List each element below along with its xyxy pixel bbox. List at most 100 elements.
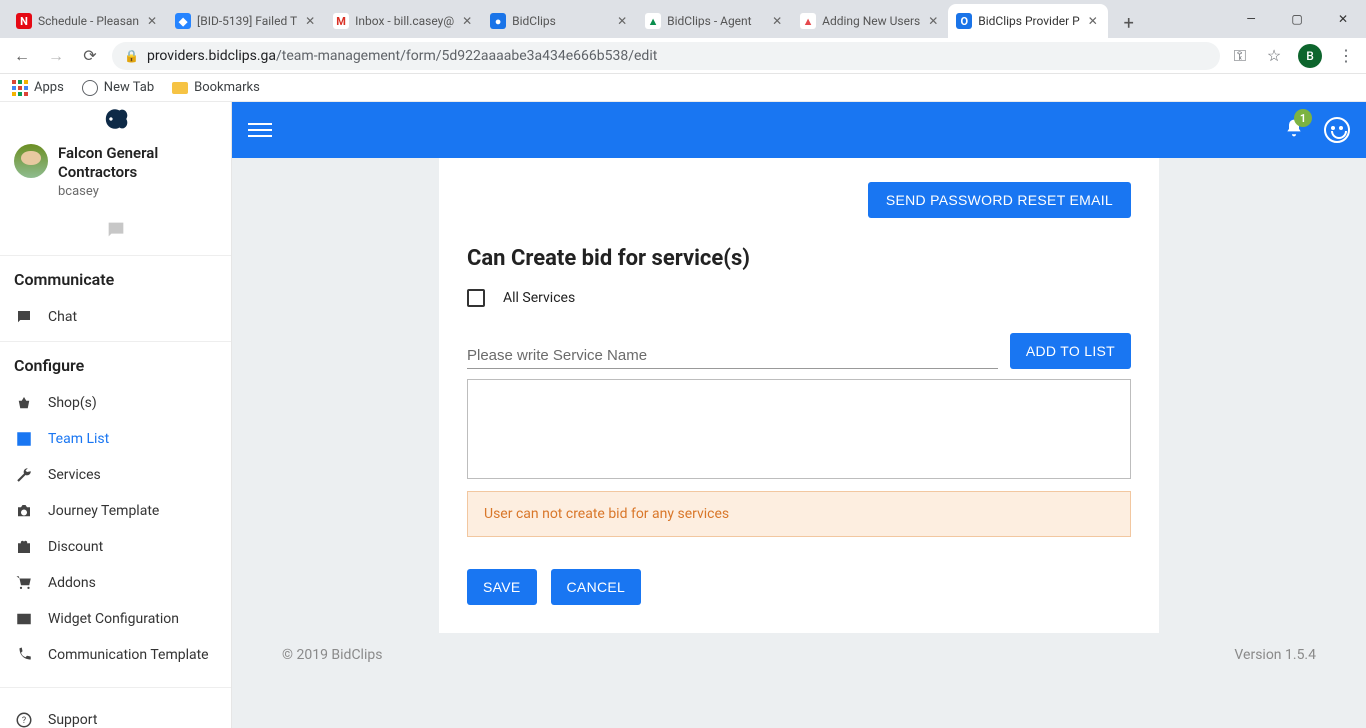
section-title-configure: Configure <box>0 356 231 385</box>
username: bcasey <box>58 184 217 199</box>
kebab-menu-icon[interactable]: ⋮ <box>1336 46 1356 66</box>
all-services-row[interactable]: All Services <box>467 289 1131 307</box>
copyright: © 2019 BidClips <box>282 647 382 663</box>
url-domain: providers.bidclips.ga <box>147 48 276 64</box>
bookmarks-folder-label: Bookmarks <box>194 80 260 95</box>
chat-bubble-icon[interactable] <box>0 213 231 255</box>
hamburger-menu[interactable] <box>248 118 272 142</box>
sidebar-item-label: Communication Template <box>48 647 209 663</box>
sidebar-item-label: Addons <box>48 575 96 591</box>
tab-title: Schedule - Pleasan <box>38 14 139 28</box>
newtab-label: New Tab <box>104 80 154 95</box>
tab-title: BidClips <box>512 14 609 28</box>
cart-icon <box>14 573 34 593</box>
sidebar-item-label: Discount <box>48 539 103 555</box>
version-label: Version 1.5.4 <box>1234 647 1316 663</box>
tab-close-icon[interactable]: ✕ <box>1086 14 1100 28</box>
tab-favicon: ▲ <box>645 13 661 29</box>
browser-tab[interactable]: ◆[BID-5139] Failed T✕ <box>167 4 325 38</box>
content-scroll[interactable]: SEND PASSWORD RESET EMAIL Can Create bid… <box>232 158 1366 728</box>
sidebar-section-communicate: Communicate Chat <box>0 255 231 341</box>
window-maximize[interactable]: ▢ <box>1274 4 1320 34</box>
app-logo[interactable] <box>0 102 231 136</box>
sidebar-item-team-list[interactable]: Team List <box>0 421 231 457</box>
sidebar-item-addons[interactable]: Addons <box>0 565 231 601</box>
browser-tab[interactable]: M Inbox - bill.casey@ ✕ <box>325 4 482 38</box>
tab-favicon: ▲ <box>800 13 816 29</box>
browser-tab[interactable]: ●BidClips✕ <box>482 4 637 38</box>
lock-icon: 🔒 <box>124 49 139 63</box>
send-reset-email-button[interactable]: SEND PASSWORD RESET EMAIL <box>868 182 1131 218</box>
app-header: 1 <box>232 102 1366 158</box>
save-button[interactable]: SAVE <box>467 569 537 605</box>
basket-icon <box>14 393 34 413</box>
new-tab-button[interactable]: + <box>1114 8 1144 38</box>
browser-tab[interactable]: NSchedule - Pleasan✕ <box>8 4 167 38</box>
app-footer: © 2019 BidClips Version 1.5.4 <box>256 633 1342 673</box>
sidebar-item-label: Shop(s) <box>48 395 97 411</box>
forward-button[interactable]: → <box>44 44 68 68</box>
browser-tab[interactable]: ▲ Adding New Users ✕ <box>792 4 948 38</box>
tab-title: [BID-5139] Failed T <box>197 14 297 28</box>
sidebar-item-label: Chat <box>48 309 77 325</box>
sidebar-section-configure: Configure Shop(s) Team List Services Jou… <box>0 341 231 679</box>
window-minimize[interactable]: — <box>1228 4 1274 34</box>
user-avatar <box>14 144 48 178</box>
sidebar-item-support[interactable]: ? Support <box>0 702 231 728</box>
tab-favicon: M <box>333 13 349 29</box>
service-name-input[interactable] <box>467 343 998 369</box>
app-sidebar: Falcon General Contractors bcasey Commun… <box>0 102 232 728</box>
chat-icon <box>14 307 34 327</box>
apps-shortcut[interactable]: Apps <box>12 80 64 96</box>
newtab-bookmark[interactable]: New Tab <box>82 80 154 96</box>
browser-tab[interactable]: ▲BidClips - Agent✕ <box>637 4 792 38</box>
sidebar-item-label: Services <box>48 467 101 483</box>
tab-close-icon[interactable]: ✕ <box>770 14 784 28</box>
sidebar-item-journey[interactable]: Journey Template <box>0 493 231 529</box>
app-main: 1 SEND PASSWORD RESET EMAIL Can Create b… <box>232 102 1366 728</box>
tab-close-icon[interactable]: ✕ <box>460 14 474 28</box>
service-list-box[interactable] <box>467 379 1131 479</box>
notif-badge: 1 <box>1294 109 1312 127</box>
window-close[interactable]: ✕ <box>1320 4 1366 34</box>
key-icon[interactable]: ⚿ <box>1230 46 1250 66</box>
form-card: SEND PASSWORD RESET EMAIL Can Create bid… <box>439 158 1159 633</box>
tab-close-icon[interactable]: ✕ <box>303 14 317 28</box>
cancel-button[interactable]: CANCEL <box>551 569 642 605</box>
all-services-checkbox[interactable] <box>467 289 485 307</box>
tab-close-icon[interactable]: ✕ <box>615 14 629 28</box>
tab-title: Inbox - bill.casey@ <box>355 14 454 28</box>
svg-text:?: ? <box>22 716 26 726</box>
sidebar-item-widget[interactable]: Widget Configuration <box>0 601 231 637</box>
section-title-communicate: Communicate <box>0 270 231 299</box>
phone-icon <box>14 645 34 665</box>
tab-title: Adding New Users <box>822 14 920 28</box>
address-bar: ← → ⟳ 🔒 providers.bidclips.ga/team-manag… <box>0 38 1366 74</box>
sidebar-item-comm-template[interactable]: Communication Template <box>0 637 231 673</box>
bookmarks-folder[interactable]: Bookmarks <box>172 80 260 95</box>
star-icon[interactable]: ☆ <box>1264 46 1284 66</box>
browser-tab[interactable]: OBidClips Provider P✕ <box>948 4 1107 38</box>
sidebar-item-services[interactable]: Services <box>0 457 231 493</box>
sidebar-item-shops[interactable]: Shop(s) <box>0 385 231 421</box>
reload-button[interactable]: ⟳ <box>78 44 102 68</box>
notifications-button[interactable]: 1 <box>1284 117 1304 143</box>
sidebar-item-discount[interactable]: Discount <box>0 529 231 565</box>
sidebar-item-label: Team List <box>48 431 109 447</box>
sidebar-user-block[interactable]: Falcon General Contractors bcasey <box>0 136 231 213</box>
profile-avatar[interactable]: B <box>1298 44 1322 68</box>
url-path: /team-management/form/5d922aaaabe3a434e6… <box>276 48 657 64</box>
add-to-list-button[interactable]: ADD TO LIST <box>1010 333 1131 369</box>
globe-icon <box>82 80 98 96</box>
list-icon <box>14 429 34 449</box>
sidebar-item-label: Journey Template <box>48 503 159 519</box>
falcon-logo-icon <box>99 102 133 136</box>
tab-close-icon[interactable]: ✕ <box>145 14 159 28</box>
warning-alert: User can not create bid for any services <box>467 491 1131 537</box>
account-icon[interactable] <box>1324 117 1350 143</box>
back-button[interactable]: ← <box>10 44 34 68</box>
tab-close-icon[interactable]: ✕ <box>926 14 940 28</box>
sidebar-item-chat[interactable]: Chat <box>0 299 231 335</box>
omnibox[interactable]: 🔒 providers.bidclips.ga/team-management/… <box>112 42 1220 70</box>
help-icon: ? <box>14 710 34 728</box>
